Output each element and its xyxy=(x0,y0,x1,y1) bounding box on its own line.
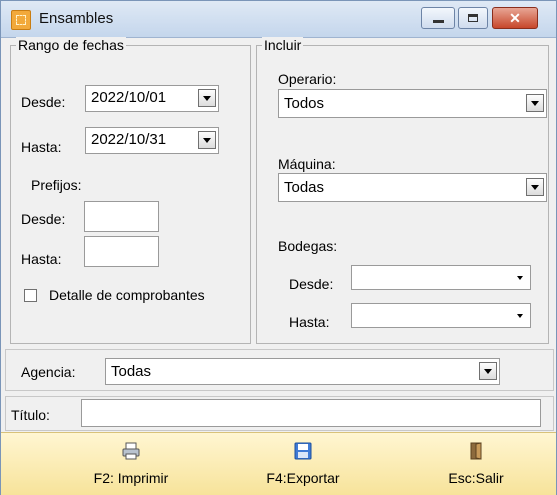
agencia-label: Agencia: xyxy=(21,364,76,380)
detalle-comprobantes-label[interactable]: Detalle de comprobantes xyxy=(49,287,205,303)
fecha-hasta-dropdown-button[interactable] xyxy=(198,131,216,149)
exit-door-icon xyxy=(470,442,482,460)
operario-value: Todos xyxy=(284,95,325,112)
minimize-icon xyxy=(433,20,444,23)
rango-fechas-legend: Rango de fechas xyxy=(16,37,126,53)
incluir-legend: Incluir xyxy=(262,37,304,53)
bodegas-label: Bodegas: xyxy=(278,238,338,254)
operario-dropdown-button[interactable] xyxy=(526,94,544,112)
salir-label: Esc:Salir xyxy=(448,470,504,486)
agencia-value: Todas xyxy=(111,363,152,380)
prefijos-label: Prefijos: xyxy=(31,177,82,193)
titulo-input[interactable] xyxy=(81,399,541,427)
detalle-comprobantes-checkbox[interactable] xyxy=(24,289,37,302)
maximize-icon xyxy=(468,14,478,22)
close-icon: ✕ xyxy=(509,10,521,26)
app-icon xyxy=(11,10,31,30)
ensambles-window: Ensambles ✕ Rango de fechas Desde: 2022/… xyxy=(0,0,557,495)
minimize-button[interactable] xyxy=(421,7,455,29)
fecha-desde-dropdown-button[interactable] xyxy=(198,89,216,107)
title-bar[interactable]: Ensambles ✕ xyxy=(1,1,556,38)
bodega-desde-label: Desde: xyxy=(289,276,334,292)
maquina-label: Máquina: xyxy=(278,156,336,172)
hasta-label: Hasta: xyxy=(21,139,62,155)
exportar-button[interactable]: F4:Exportar xyxy=(253,433,353,495)
maquina-select[interactable]: Todas xyxy=(278,173,547,202)
chevron-down-icon[interactable] xyxy=(517,276,523,280)
fecha-hasta-picker[interactable]: 2022/10/31 xyxy=(85,127,219,154)
prefijo-desde-label: Desde: xyxy=(21,211,66,227)
chevron-down-icon xyxy=(203,138,211,143)
agencia-select[interactable]: Todas xyxy=(105,358,500,385)
prefijo-hasta-label: Hasta: xyxy=(21,251,62,267)
imprimir-label: F2: Imprimir xyxy=(93,470,169,486)
fecha-desde-picker[interactable]: 2022/10/01 xyxy=(85,85,219,112)
bodega-hasta-select[interactable] xyxy=(351,303,531,328)
prefijo-desde-input[interactable] xyxy=(84,201,159,232)
fecha-desde-value: 2022/10/01 xyxy=(91,89,167,106)
chevron-down-icon xyxy=(531,185,539,190)
maquina-dropdown-button[interactable] xyxy=(526,178,544,196)
printer-icon xyxy=(122,442,140,460)
imprimir-button[interactable]: F2: Imprimir xyxy=(81,433,181,495)
bodega-desde-select[interactable] xyxy=(351,265,531,290)
salir-button[interactable]: Esc:Salir xyxy=(426,433,526,495)
agencia-dropdown-button[interactable] xyxy=(479,362,497,380)
bottom-toolbar: F2: Imprimir F4:Exportar Esc:Salir xyxy=(1,432,556,495)
maximize-button[interactable] xyxy=(458,7,488,29)
chevron-down-icon xyxy=(531,101,539,106)
exportar-label: F4:Exportar xyxy=(266,470,340,486)
chevron-down-icon xyxy=(484,369,492,374)
chevron-down-icon[interactable] xyxy=(517,314,523,318)
window-title: Ensambles xyxy=(39,10,114,27)
chevron-down-icon xyxy=(203,96,211,101)
fecha-hasta-value: 2022/10/31 xyxy=(91,131,167,148)
titulo-label: Título: xyxy=(11,407,50,423)
close-button[interactable]: ✕ xyxy=(492,7,538,29)
maquina-value: Todas xyxy=(284,179,325,196)
bodega-hasta-label: Hasta: xyxy=(289,314,330,330)
operario-select[interactable]: Todos xyxy=(278,89,547,118)
operario-label: Operario: xyxy=(278,71,337,87)
save-icon xyxy=(294,442,312,460)
desde-label: Desde: xyxy=(21,94,66,110)
prefijo-hasta-input[interactable] xyxy=(84,236,159,267)
